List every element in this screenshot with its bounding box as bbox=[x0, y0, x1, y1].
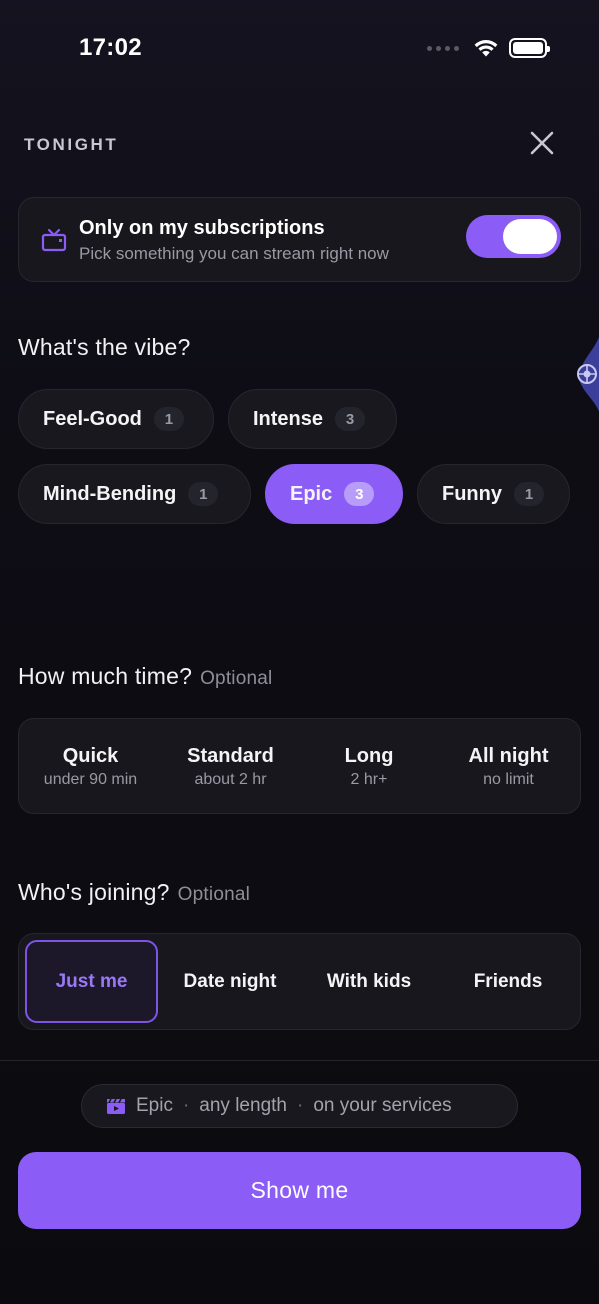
vibe-chip-funny[interactable]: Funny 1 bbox=[417, 464, 570, 524]
subscriptions-toggle[interactable] bbox=[466, 215, 561, 258]
time-option-sub: no limit bbox=[483, 771, 534, 788]
cellular-signal-icon bbox=[427, 45, 459, 51]
chip-label: Epic bbox=[290, 482, 333, 505]
time-selector: Quick under 90 min Standard about 2 hr L… bbox=[18, 718, 581, 814]
wifi-icon bbox=[474, 40, 498, 57]
summary-length: any length bbox=[199, 1095, 287, 1116]
subscriptions-subtitle: Pick something you can stream right now bbox=[79, 244, 389, 263]
time-option-sub: about 2 hr bbox=[194, 771, 267, 788]
time-section-title: How much time? Optional bbox=[18, 663, 272, 690]
subscriptions-card[interactable]: Only on my subscriptions Pick something … bbox=[18, 197, 581, 282]
chip-label: Mind-Bending bbox=[43, 482, 177, 505]
who-selector: Just me Date night With kids Friends bbox=[18, 933, 581, 1030]
who-option-with-kids[interactable]: With kids bbox=[300, 940, 438, 1023]
subscriptions-title: Only on my subscriptions bbox=[79, 217, 325, 239]
toggle-knob bbox=[503, 219, 557, 254]
time-option-standard[interactable]: Standard about 2 hr bbox=[159, 719, 302, 815]
chip-count-badge: 1 bbox=[153, 407, 184, 431]
who-section-label: Who's joining? bbox=[18, 879, 170, 905]
summary-separator: · bbox=[296, 1095, 304, 1116]
time-option-all-night[interactable]: All night no limit bbox=[439, 719, 578, 815]
status-time: 17:02 bbox=[79, 34, 142, 61]
chip-count-badge: 3 bbox=[335, 407, 366, 431]
page-title: TONIGHT bbox=[24, 135, 119, 154]
footer-divider bbox=[0, 1060, 599, 1061]
who-option-just-me[interactable]: Just me bbox=[25, 940, 158, 1023]
status-bar: 17:02 bbox=[0, 0, 599, 90]
show-me-button[interactable]: Show me bbox=[18, 1152, 581, 1229]
vibe-chip-intense[interactable]: Intense 3 bbox=[228, 389, 397, 449]
time-option-long[interactable]: Long 2 hr+ bbox=[299, 719, 439, 815]
time-option-sub: 2 hr+ bbox=[350, 771, 388, 788]
who-option-friends[interactable]: Friends bbox=[439, 940, 577, 1023]
time-option-label: All night bbox=[468, 745, 549, 767]
summary-vibe: Epic bbox=[136, 1095, 173, 1116]
time-section-label: How much time? bbox=[18, 663, 193, 689]
time-option-quick[interactable]: Quick under 90 min bbox=[19, 719, 162, 815]
summary-services: on your services bbox=[313, 1095, 452, 1116]
who-option-date-night[interactable]: Date night bbox=[161, 940, 299, 1023]
time-option-label: Quick bbox=[62, 745, 119, 767]
tv-icon bbox=[41, 228, 67, 252]
time-option-label: Long bbox=[344, 745, 394, 767]
battery-icon bbox=[509, 38, 550, 58]
optional-tag: Optional bbox=[177, 884, 251, 905]
status-indicators bbox=[427, 38, 550, 58]
clapperboard-icon bbox=[106, 1097, 126, 1115]
chip-count-badge: 3 bbox=[344, 482, 375, 506]
vibe-chip-epic[interactable]: Epic 3 bbox=[265, 464, 403, 524]
selection-summary: Epic · any length · on your services bbox=[81, 1084, 518, 1128]
vibe-chip-mind-bending[interactable]: Mind-Bending 1 bbox=[18, 464, 251, 524]
optional-tag: Optional bbox=[200, 668, 273, 689]
summary-separator: · bbox=[182, 1095, 190, 1116]
time-option-sub: under 90 min bbox=[43, 771, 138, 788]
chip-label: Intense bbox=[253, 407, 324, 430]
who-section-title: Who's joining? Optional bbox=[18, 879, 250, 906]
chip-count-badge: 1 bbox=[514, 482, 544, 506]
vibe-section-title: What's the vibe? bbox=[18, 334, 191, 360]
chip-label: Feel-Good bbox=[43, 407, 142, 430]
chip-label: Funny bbox=[442, 482, 502, 505]
vibe-chip-feel-good[interactable]: Feel-Good 1 bbox=[18, 389, 214, 449]
assistive-handle-icon[interactable] bbox=[572, 322, 599, 426]
close-icon[interactable] bbox=[526, 127, 558, 159]
time-option-label: Standard bbox=[187, 745, 274, 767]
chip-count-badge: 1 bbox=[188, 482, 219, 506]
